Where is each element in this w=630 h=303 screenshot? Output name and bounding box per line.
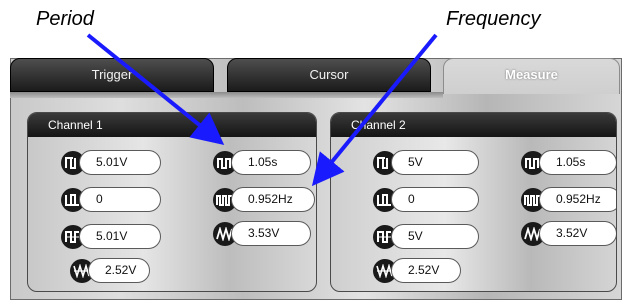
tab-strip-shadow [10, 92, 443, 98]
channel-1-peak-to-peak-value: 3.53V [231, 221, 311, 246]
frequency-annotation: Frequency [446, 8, 541, 30]
channel-2-minimum-value: 0 [391, 187, 479, 212]
channel-1-positive-peak-value: 5.01V [79, 150, 161, 175]
channel-2-mean-value: 2.52V [391, 258, 461, 283]
period-annotation: Period [36, 8, 94, 30]
channel-1-title: Channel 1 [28, 113, 316, 137]
channel-1-frequency-value: 0.952Hz [231, 187, 315, 212]
tab-cursor[interactable]: Cursor [227, 58, 431, 92]
channel-2-peak-to-peak-value: 3.52V [539, 221, 616, 246]
channel-2-frequency-value: 0.952Hz [539, 187, 616, 212]
channel-1-maximum-value: 5.01V [79, 224, 161, 249]
channel-2-positive-peak-value: 5V [391, 150, 479, 175]
channel-2-title: Channel 2 [331, 113, 616, 137]
channel-1-period-value: 1.05s [231, 150, 311, 175]
channel-2-maximum-value: 5V [391, 224, 479, 249]
tab-trigger[interactable]: Trigger [10, 58, 214, 92]
channel-2-period-value: 1.05s [539, 150, 616, 175]
channel-1-minimum-value: 0 [79, 187, 161, 212]
channel-1-group: Channel 1 5.01V 1.05s 0 0.952Hz 5.01V 3.… [27, 112, 317, 292]
channel-1-mean-value: 2.52V [88, 258, 150, 283]
channel-2-group: Channel 2 5V 1.05s 0 0.952Hz 5V 3.52V 2.… [330, 112, 617, 292]
tab-measure[interactable]: Measure [443, 58, 620, 94]
